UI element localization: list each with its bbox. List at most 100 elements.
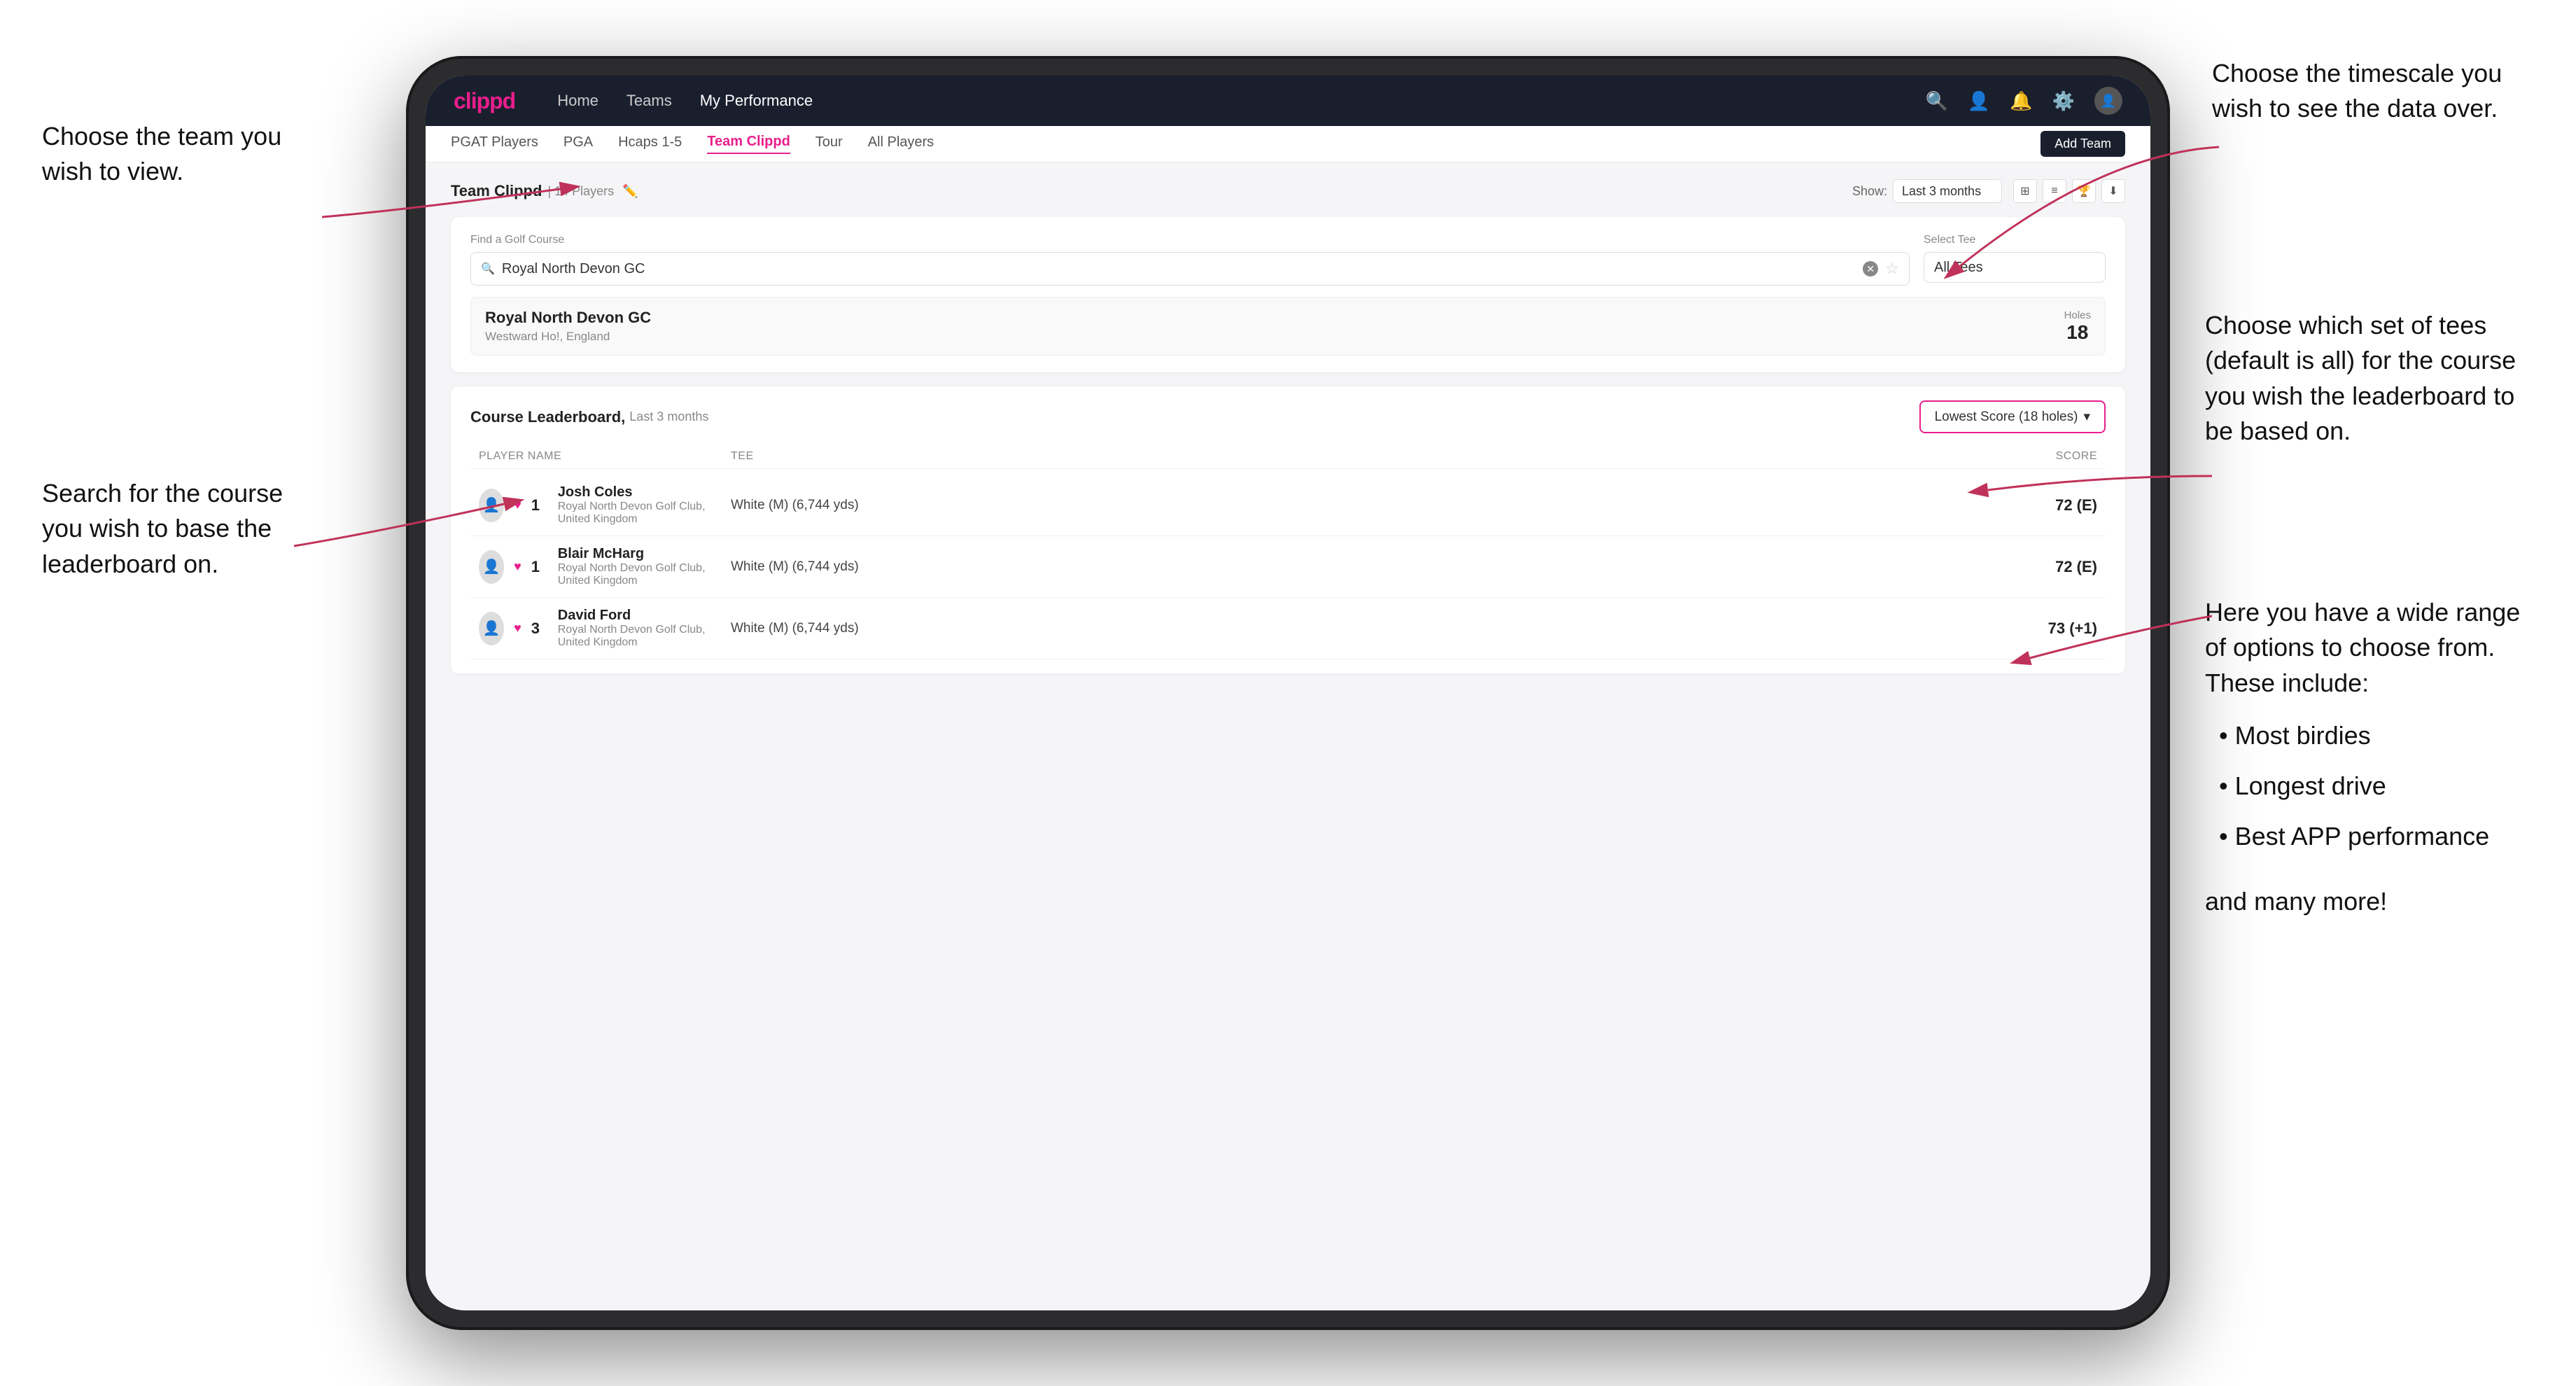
score-filter-button[interactable]: Lowest Score (18 holes) ▾ bbox=[1919, 400, 2106, 433]
edit-icon[interactable]: ✏️ bbox=[622, 184, 638, 199]
main-content: Team Clippd | 14 Players ✏️ Show: Last 3… bbox=[426, 162, 2150, 1310]
rank-2: 1 bbox=[531, 558, 548, 576]
tablet-frame: clippd Home Teams My Performance 🔍 👤 🔔 ⚙… bbox=[406, 56, 2170, 1330]
player-club-1: Royal North Devon Golf Club, United King… bbox=[558, 500, 731, 526]
tab-pga[interactable]: PGA bbox=[564, 134, 593, 153]
bullet-2: • Longest drive bbox=[2219, 761, 2541, 811]
player-name-3: David Ford bbox=[558, 608, 731, 624]
score-2: 72 (E) bbox=[1957, 558, 2097, 576]
download-icon[interactable]: ⬇ bbox=[2101, 179, 2125, 203]
clear-search-button[interactable]: ✕ bbox=[1863, 261, 1878, 276]
rank-3: 3 bbox=[531, 620, 548, 638]
player-cell-1: 👤 ♥ 1 Josh Coles Royal North Devon Golf … bbox=[479, 484, 731, 526]
table-row: 👤 ♥ 1 Blair McHarg Royal North Devon Gol… bbox=[470, 536, 2106, 598]
team-name: Team Clippd bbox=[451, 182, 542, 200]
player-cell-3: 👤 ♥ 3 David Ford Royal North Devon Golf … bbox=[479, 608, 731, 649]
annotation-mid-left: Search for the course you wish to base t… bbox=[42, 476, 308, 582]
annotation-options-title: Here you have a wide range of options to… bbox=[2205, 595, 2541, 701]
rank-1: 1 bbox=[531, 496, 548, 514]
annotation-mid-right-tee: Choose which set of tees (default is all… bbox=[2205, 308, 2541, 449]
search-icon[interactable]: 🔍 bbox=[1926, 90, 1948, 112]
people-icon[interactable]: 👤 bbox=[1968, 90, 1990, 112]
player-club-2: Royal North Devon Golf Club, United King… bbox=[558, 562, 731, 587]
list-view-icon[interactable]: ≡ bbox=[2043, 179, 2066, 203]
col-player: PLAYER NAME bbox=[479, 450, 731, 463]
bell-icon[interactable]: 🔔 bbox=[2010, 90, 2032, 112]
heart-icon-1[interactable]: ♥ bbox=[514, 498, 522, 512]
score-1: 72 (E) bbox=[1957, 496, 2097, 514]
tab-hcaps[interactable]: Hcaps 1-5 bbox=[618, 134, 682, 153]
tee-select[interactable]: All Tees White Yellow Red bbox=[1924, 252, 2106, 283]
leaderboard-title: Course Leaderboard, bbox=[470, 408, 625, 426]
nav-bar: clippd Home Teams My Performance 🔍 👤 🔔 ⚙… bbox=[426, 76, 2150, 126]
course-location: Westward Ho!, England bbox=[485, 330, 651, 344]
holes-number: 18 bbox=[2064, 321, 2091, 344]
add-team-button[interactable]: Add Team bbox=[2040, 131, 2125, 157]
nav-my-performance[interactable]: My Performance bbox=[700, 92, 813, 110]
tee-2: White (M) (6,744 yds) bbox=[731, 559, 1817, 575]
avatar-1: 👤 bbox=[479, 489, 504, 522]
tab-team-clippd[interactable]: Team Clippd bbox=[707, 134, 790, 154]
leaderboard-subtitle: Last 3 months bbox=[629, 410, 708, 424]
team-count: | 14 Players bbox=[547, 184, 614, 199]
search-input-row: 🔍 ✕ ☆ bbox=[470, 252, 1910, 286]
player-info-2: Blair McHarg Royal North Devon Golf Club… bbox=[558, 546, 731, 587]
table-row: 👤 ♥ 1 Josh Coles Royal North Devon Golf … bbox=[470, 475, 2106, 536]
course-name: Royal North Devon GC bbox=[485, 309, 651, 327]
tablet-screen: clippd Home Teams My Performance 🔍 👤 🔔 ⚙… bbox=[426, 76, 2150, 1310]
col-tee: TEE bbox=[731, 450, 1817, 463]
tee-3: White (M) (6,744 yds) bbox=[731, 621, 1817, 636]
player-name-1: Josh Coles bbox=[558, 484, 731, 500]
select-tee-label: Select Tee bbox=[1924, 234, 2106, 246]
avatar-2: 👤 bbox=[479, 550, 504, 584]
tab-tour[interactable]: Tour bbox=[816, 134, 843, 153]
search-icon: 🔍 bbox=[481, 262, 495, 276]
grid-view-icon[interactable]: ⊞ bbox=[2013, 179, 2037, 203]
tab-pgat-players[interactable]: PGAT Players bbox=[451, 134, 538, 153]
score-3: 73 (+1) bbox=[1957, 620, 2097, 638]
settings-icon[interactable]: ⚙️ bbox=[2052, 90, 2075, 112]
nav-icons: 🔍 👤 🔔 ⚙️ 👤 bbox=[1926, 87, 2123, 115]
nav-teams[interactable]: Teams bbox=[626, 92, 672, 110]
show-label: Show: bbox=[1852, 184, 1887, 199]
col-empty bbox=[1817, 450, 1957, 463]
course-search-field: Find a Golf Course 🔍 ✕ ☆ bbox=[470, 234, 1910, 286]
player-club-3: Royal North Devon Golf Club, United King… bbox=[558, 624, 731, 649]
leaderboard-container: Course Leaderboard, Last 3 months Lowest… bbox=[451, 386, 2125, 673]
col-score: SCORE bbox=[1957, 450, 2097, 463]
tab-all-players[interactable]: All Players bbox=[868, 134, 934, 153]
team-header: Team Clippd | 14 Players ✏️ Show: Last 3… bbox=[451, 179, 2125, 203]
player-info-1: Josh Coles Royal North Devon Golf Club, … bbox=[558, 484, 731, 526]
search-row: Find a Golf Course 🔍 ✕ ☆ Select Tee All … bbox=[470, 234, 2106, 286]
bullet-3: • Best APP performance bbox=[2219, 811, 2541, 862]
course-info: Royal North Devon GC Westward Ho!, Engla… bbox=[485, 309, 651, 344]
search-container: Find a Golf Course 🔍 ✕ ☆ Select Tee All … bbox=[451, 217, 2125, 372]
trophy-icon[interactable]: 🏆 bbox=[2072, 179, 2096, 203]
table-row: 👤 ♥ 3 David Ford Royal North Devon Golf … bbox=[470, 598, 2106, 659]
score-filter-label: Lowest Score (18 holes) bbox=[1935, 410, 2078, 425]
bullet-1: • Most birdies bbox=[2219, 710, 2541, 761]
holes-label: Holes bbox=[2064, 309, 2091, 321]
tee-select-wrap: Select Tee All Tees White Yellow Red bbox=[1924, 234, 2106, 286]
player-name-2: Blair McHarg bbox=[558, 546, 731, 562]
favorite-button[interactable]: ☆ bbox=[1885, 260, 1899, 278]
player-cell-2: 👤 ♥ 1 Blair McHarg Royal North Devon Gol… bbox=[479, 546, 731, 587]
find-course-label: Find a Golf Course bbox=[470, 234, 1910, 246]
and-more: and many more! bbox=[2205, 884, 2541, 919]
chevron-down-icon: ▾ bbox=[2083, 409, 2090, 425]
heart-icon-2[interactable]: ♥ bbox=[514, 559, 522, 574]
avatar-3: 👤 bbox=[479, 612, 504, 645]
player-info-3: David Ford Royal North Devon Golf Club, … bbox=[558, 608, 731, 649]
course-search-input[interactable] bbox=[502, 261, 1856, 277]
avatar[interactable]: 👤 bbox=[2094, 87, 2122, 115]
tee-1: White (M) (6,744 yds) bbox=[731, 498, 1817, 513]
sub-nav: PGAT Players PGA Hcaps 1-5 Team Clippd T… bbox=[426, 126, 2150, 162]
heart-icon-3[interactable]: ♥ bbox=[514, 621, 522, 636]
app-logo: clippd bbox=[454, 88, 515, 114]
leaderboard-columns: PLAYER NAME TEE SCORE bbox=[470, 444, 2106, 469]
show-select[interactable]: Last 3 months Last month Last 6 months L… bbox=[1893, 179, 2002, 203]
course-result: Royal North Devon GC Westward Ho!, Engla… bbox=[470, 297, 2106, 356]
annotation-top-left: Choose the team you wish to view. bbox=[42, 119, 336, 190]
leaderboard-header: Course Leaderboard, Last 3 months Lowest… bbox=[470, 400, 2106, 433]
nav-home[interactable]: Home bbox=[557, 92, 598, 110]
